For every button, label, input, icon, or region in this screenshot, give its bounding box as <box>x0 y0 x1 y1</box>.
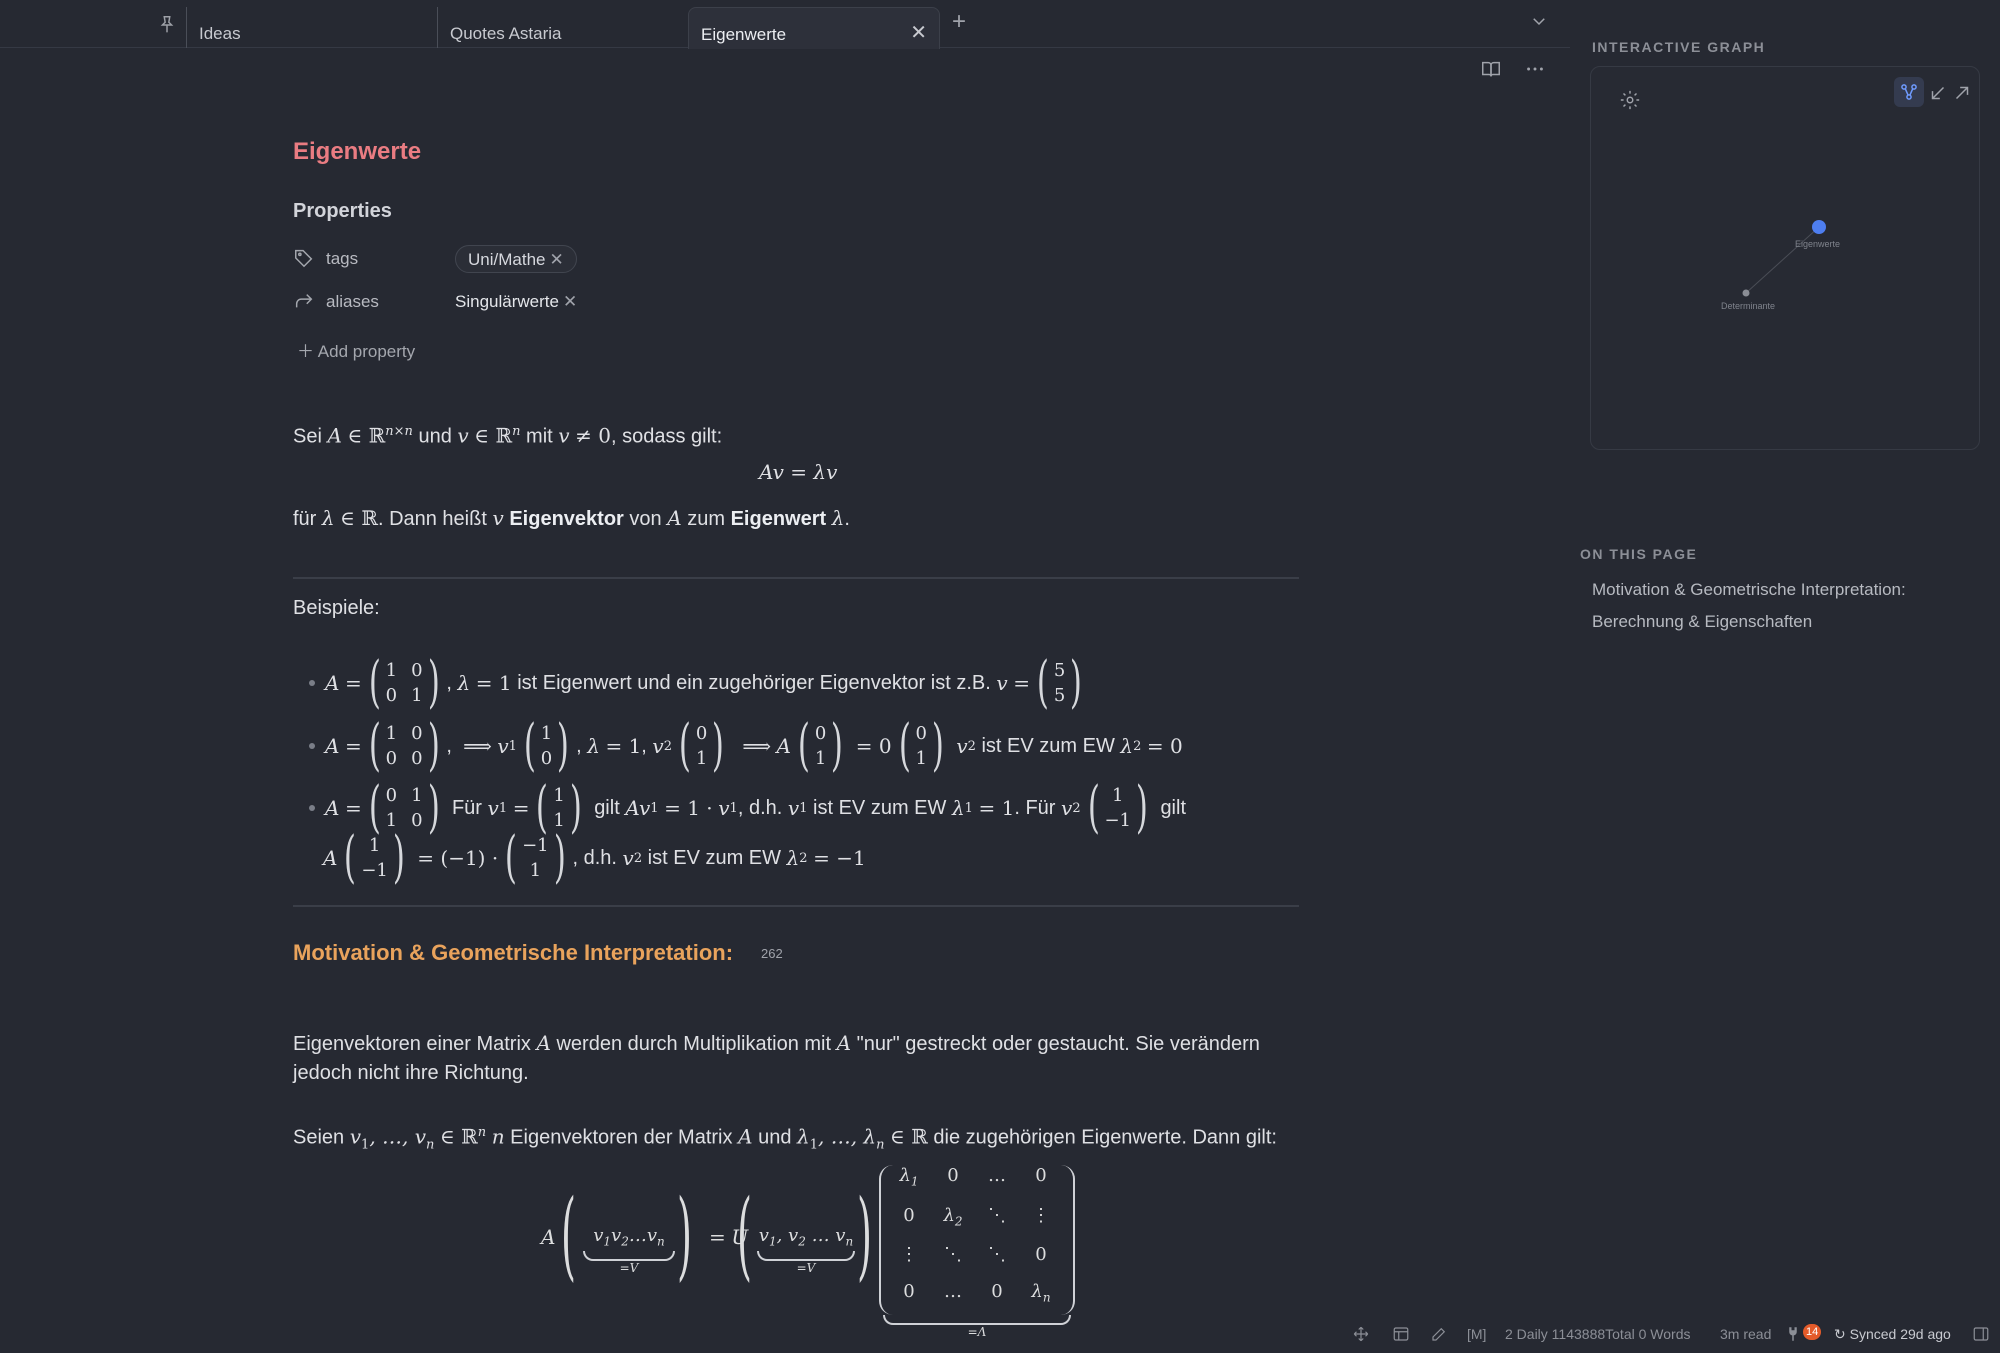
note-title[interactable]: Eigenwerte <box>293 138 421 166</box>
graph-node-label: Eigenwerte <box>1795 239 1841 249</box>
graph-node-label: Determinante <box>1721 301 1776 311</box>
examples-label: Beispiele: <box>293 597 380 619</box>
divider <box>293 905 1299 907</box>
remove-icon[interactable]: ✕ <box>563 292 577 311</box>
more-options-icon[interactable] <box>1524 58 1546 80</box>
graph-heading: INTERACTIVE GRAPH <box>1592 39 1766 55</box>
remove-icon[interactable]: ✕ <box>549 250 563 269</box>
example-item-2: A = (1 0 0 0), ⟹ v1 (1 0), λ = 1, v2 (0 1) ⟹ … <box>309 718 1183 774</box>
motivation-paragraph-1b: jedoch nicht ihre Richtung. <box>293 1062 529 1084</box>
read-time: 3m read <box>1720 1326 1772 1342</box>
tab-label: Eigenwerte <box>701 25 787 44</box>
property-tags[interactable]: tags Uni/Mathe ✕ <box>293 245 893 273</box>
tag-pill[interactable]: Uni/Mathe ✕ <box>455 245 577 273</box>
tab-label: Ideas <box>199 24 241 43</box>
layout-icon[interactable] <box>1392 1325 1410 1343</box>
move-icon[interactable] <box>1352 1325 1370 1343</box>
example-item-1: A = (1 0 0 1), λ = 1 ist Eigenwert und ein … <box>309 655 1089 711</box>
tab-eigenwerte[interactable]: Eigenwerte ✕ <box>688 7 940 49</box>
eigen-equation: Av = λv <box>759 460 838 484</box>
property-aliases[interactable]: aliases Singulärwerte ✕ <box>293 288 893 316</box>
edit-icon[interactable] <box>1430 1325 1448 1343</box>
sidebar-toggle-icon[interactable] <box>1972 1325 1990 1343</box>
notification-badge: 14 <box>1803 1324 1822 1340</box>
new-tab-icon[interactable]: + <box>952 8 966 36</box>
close-icon[interactable]: ✕ <box>910 20 927 45</box>
property-name: aliases <box>326 292 379 311</box>
mode-indicator[interactable]: [M] <box>1467 1326 1486 1342</box>
status-bar: [M] 2 Daily 1143888Total 0 Words 3m read… <box>1350 1320 2000 1350</box>
alias-text: Singulärwerte <box>455 292 559 311</box>
plugin-icon[interactable] <box>1784 1325 1802 1343</box>
graph-canvas[interactable] <box>1591 67 1981 451</box>
definition-paragraph: Sei A ∈ ℝn×n und v ∈ ℝn mit v ≠ 0, sodas… <box>293 423 723 448</box>
heading-count: 262 <box>761 946 783 961</box>
heading-motivation[interactable]: Motivation & Geometrische Interpretation… <box>293 940 733 966</box>
plus-icon: ＋ <box>297 342 318 361</box>
tag-value: Uni/Mathe <box>468 250 546 269</box>
toc-heading: ON THIS PAGE <box>1580 546 1698 562</box>
add-property-button[interactable]: ＋ Add property <box>297 337 415 362</box>
refresh-icon: ↻ <box>1834 1326 1850 1342</box>
alias-value[interactable]: Singulärwerte ✕ <box>455 292 577 312</box>
diagonalisation-equation: A ( v1v2…vn =V ) = U ( v1, v2 … vn =V ) … <box>541 1165 1141 1339</box>
property-name: tags <box>326 249 359 268</box>
sync-status[interactable]: ↻ Synced 29d ago <box>1834 1326 1951 1343</box>
tab-bar: Ideas Quotes Astaria Eigenwerte ✕ + <box>0 0 1570 49</box>
add-property-label: Add property <box>317 342 416 361</box>
example-item-3: A = (0 1 1 0) Für v1 = (1 1) gilt Av 1 = 1 · … <box>309 780 1186 836</box>
interactive-graph[interactable]: Eigenwerte Determinante <box>1590 66 1980 450</box>
toc-item-motivation[interactable]: Motivation & Geometrische Interpretation… <box>1592 580 1906 600</box>
graph-node-eigenwerte <box>1812 220 1826 234</box>
tab-ideas[interactable]: Ideas <box>186 7 436 48</box>
right-sidebar: INTERACTIVE GRAPH Eigenwerte Determinant… <box>1570 0 2000 1353</box>
pin-icon[interactable] <box>156 14 178 36</box>
graph-node-determinante <box>1742 289 1750 297</box>
divider <box>293 577 1299 579</box>
reading-view-icon[interactable] <box>1480 58 1502 80</box>
example-item-3-continued: A (1 −1) = (−1) · (−1 1), d.h. v2 ist EV z… <box>323 825 866 890</box>
forward-arrow-icon <box>295 294 313 308</box>
motivation-paragraph-1: Eigenvektoren einer Matrix A werden durc… <box>293 1031 1260 1055</box>
motivation-paragraph-2: Seien v1, …, vn ∈ ℝn n Eigenvektoren der… <box>293 1124 1277 1153</box>
properties-heading: Properties <box>293 200 392 222</box>
tag-icon <box>295 249 313 268</box>
definition-conclusion: für λ ∈ ℝ. Dann heißt v Eigenvektor von … <box>293 506 850 530</box>
tab-label: Quotes Astaria <box>450 24 562 43</box>
word-count: 2 Daily 1143888Total 0 Words <box>1505 1326 1691 1342</box>
chevron-down-icon[interactable] <box>1530 12 1548 30</box>
toc-item-berechnung[interactable]: Berechnung & Eigenschaften <box>1592 612 1812 632</box>
tab-quotes-astaria[interactable]: Quotes Astaria <box>437 7 687 48</box>
